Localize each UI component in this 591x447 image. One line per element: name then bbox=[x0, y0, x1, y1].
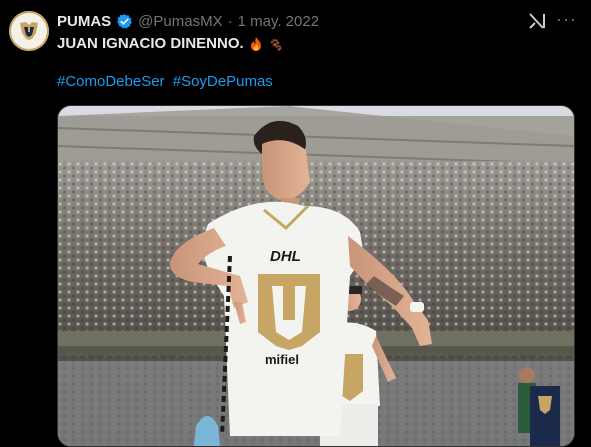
hashtags: #ComoDebeSer #SoyDePumas bbox=[57, 73, 277, 90]
tweet-media-photo[interactable]: DHL mifiel bbox=[57, 105, 575, 447]
fire-emoji-icon bbox=[250, 36, 261, 51]
hashtag-link[interactable]: #SoyDePumas bbox=[173, 73, 273, 90]
verified-badge-icon bbox=[117, 13, 133, 29]
paw-prints-emoji-icon bbox=[270, 38, 282, 51]
tweet-text: JUAN IGNACIO DINENNO. bbox=[57, 35, 284, 52]
avatar[interactable] bbox=[9, 11, 49, 51]
tweet-body: JUAN IGNACIO DINENNO. bbox=[57, 35, 244, 52]
pumas-logo-icon bbox=[20, 22, 38, 40]
tweet-header: PUMAS @PumasMX · 1 may. 2022 bbox=[57, 11, 319, 31]
shirt-sponsor-text: DHL bbox=[270, 248, 301, 265]
grok-icon[interactable] bbox=[527, 12, 547, 30]
more-icon[interactable]: ··· bbox=[556, 10, 576, 30]
shorts-sponsor-text: mifiel bbox=[265, 352, 299, 367]
hashtag-link[interactable]: #ComoDebeSer bbox=[57, 73, 165, 90]
display-name[interactable]: PUMAS bbox=[57, 13, 111, 30]
user-handle[interactable]: @PumasMX bbox=[138, 13, 222, 30]
tweet-card[interactable]: PUMAS @PumasMX · 1 may. 2022 ··· JUAN IG… bbox=[0, 0, 591, 447]
match-photo: DHL mifiel bbox=[58, 106, 574, 446]
separator-dot: · bbox=[227, 12, 233, 30]
tweet-timestamp[interactable]: 1 may. 2022 bbox=[238, 13, 319, 30]
